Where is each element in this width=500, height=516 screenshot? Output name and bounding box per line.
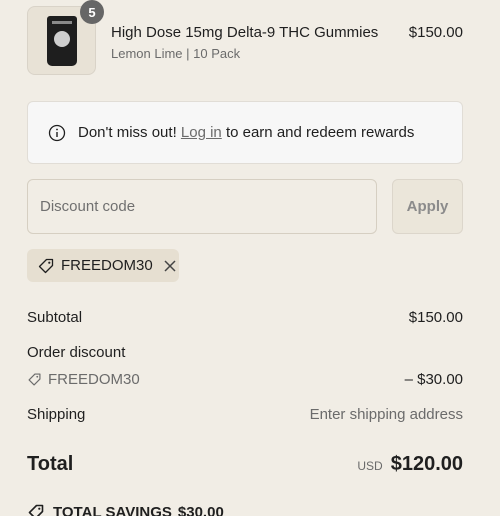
savings-label: TOTAL SAVINGS [53, 503, 172, 516]
gummies-pouch-image [46, 15, 77, 66]
product-variant: Lemon Lime | 10 Pack [111, 46, 241, 61]
total-savings: TOTAL SAVINGS $30.00 [27, 503, 224, 516]
apply-button[interactable]: Apply [392, 179, 463, 234]
total-currency: USD [357, 459, 383, 473]
product-title: High Dose 15mg Delta-9 THC Gummies [111, 24, 379, 41]
checkout-order-summary: 5 High Dose 15mg Delta-9 THC Gummies Lem… [0, 0, 500, 516]
info-icon [48, 124, 66, 141]
tag-icon [28, 373, 41, 386]
shipping-label: Shipping [27, 406, 86, 423]
savings-value: $30.00 [177, 503, 224, 516]
subtotal-value: $150.00 [408, 309, 463, 326]
rewards-message: Don't miss out! Log in to earn and redee… [78, 124, 414, 141]
order-discount-label: Order discount [27, 344, 126, 361]
login-link[interactable]: Log in [181, 124, 222, 141]
rewards-banner: Don't miss out! Log in to earn and redee… [27, 101, 463, 164]
rewards-suffix: to earn and redeem rewards [221, 124, 415, 141]
order-discount-value: – $30.00 [404, 371, 463, 388]
remove-discount-close-icon[interactable] [163, 259, 177, 273]
product-price: $150.00 [408, 24, 463, 41]
total-label: Total [27, 453, 74, 475]
total-value-group: USD $120.00 [357, 453, 463, 476]
savings-tag-icon [28, 504, 44, 516]
shipping-value: Enter shipping address [309, 406, 463, 423]
rewards-prefix: Don't miss out! [78, 124, 181, 141]
subtotal-label: Subtotal [27, 309, 83, 326]
tag-icon [38, 258, 54, 273]
discount-code-input[interactable] [27, 179, 377, 234]
total-amount: $120.00 [390, 453, 463, 475]
applied-discount-chip: FREEDOM30 [27, 249, 179, 282]
order-discount-code: FREEDOM30 [27, 371, 140, 388]
line-item: 5 High Dose 15mg Delta-9 THC Gummies Lem… [27, 0, 463, 76]
order-discount-code-text: FREEDOM30 [48, 371, 140, 388]
quantity-badge: 5 [80, 0, 104, 24]
applied-discount-code: FREEDOM30 [61, 257, 153, 274]
